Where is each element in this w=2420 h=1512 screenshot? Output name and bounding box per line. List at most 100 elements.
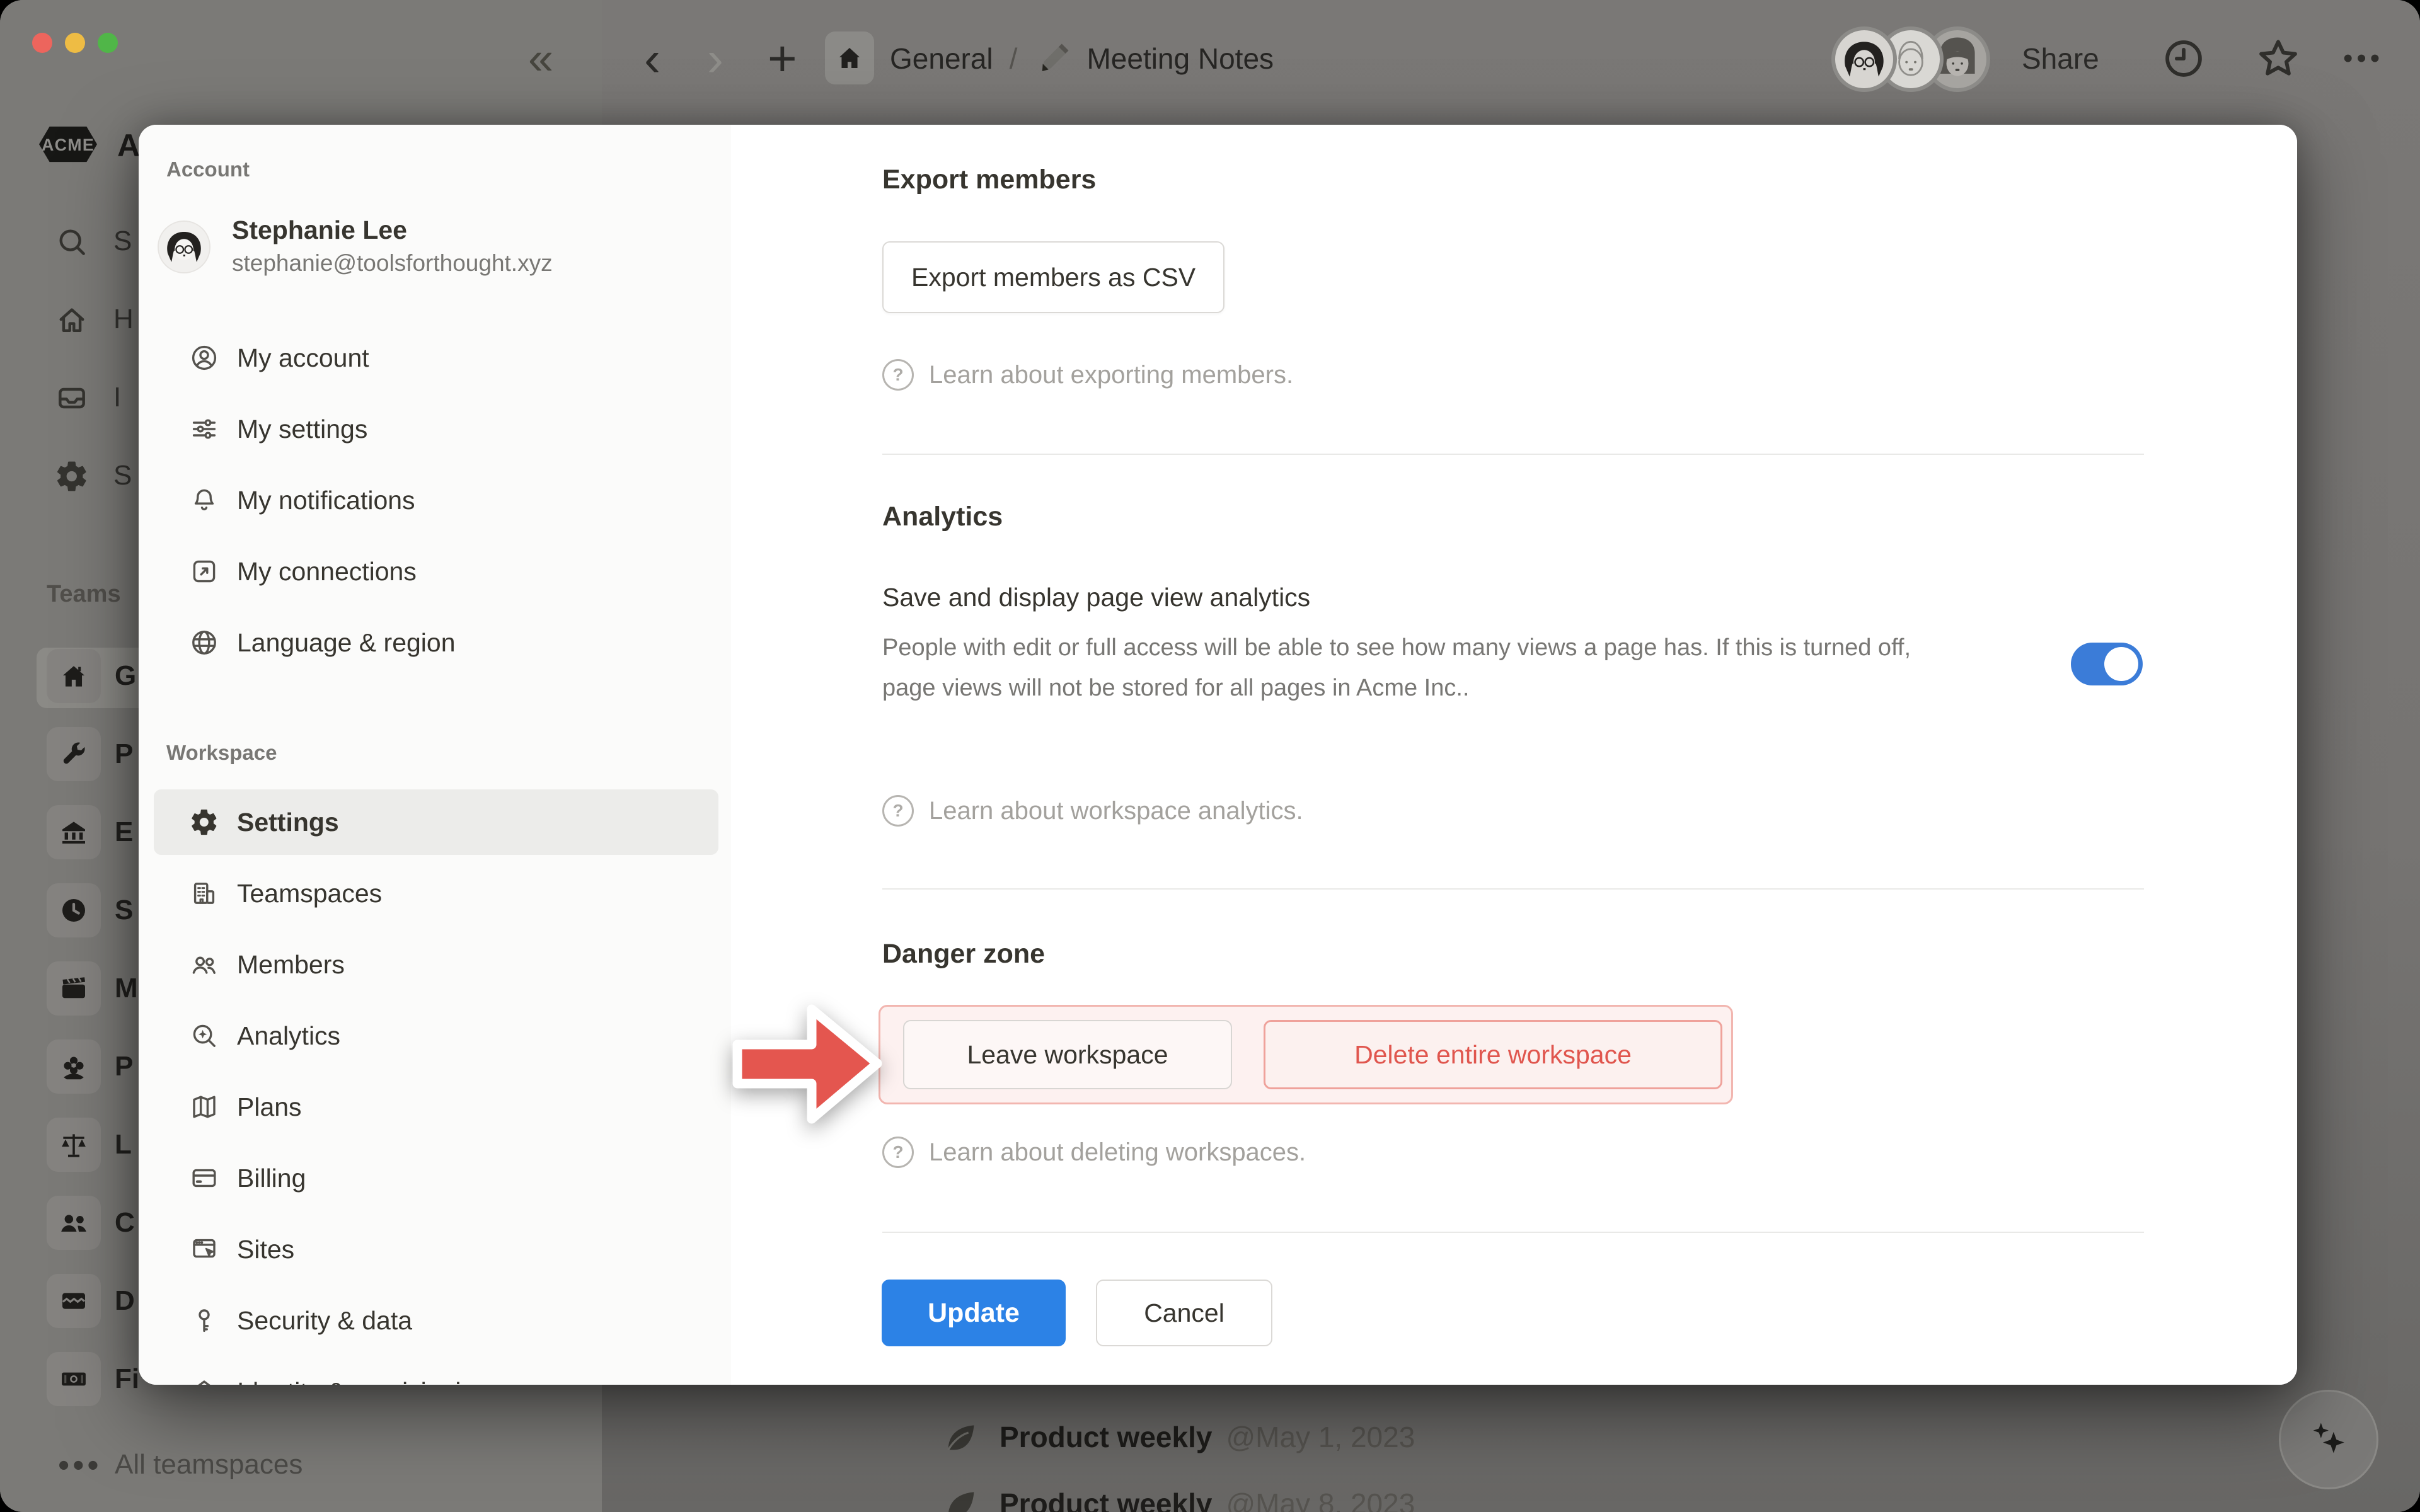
sidebar-teamspace-7[interactable]: L: [115, 1129, 132, 1160]
nav-item-teamspaces[interactable]: Teamspaces: [154, 861, 718, 926]
teamspace-9-tile[interactable]: [47, 1274, 101, 1328]
nav-item-my-settings[interactable]: My settings: [154, 396, 718, 462]
sidebar-teamspace-3[interactable]: E: [115, 816, 133, 848]
breadcrumb-root-link[interactable]: General: [890, 42, 993, 76]
teamspace-10-tile[interactable]: [47, 1352, 101, 1406]
sidebar-search-icon[interactable]: [54, 224, 89, 260]
teamspace-general-tile[interactable]: [47, 649, 101, 703]
learn-workspace-analytics-link[interactable]: ? Learn about workspace analytics.: [882, 795, 1303, 827]
analytics-toggle[interactable]: [2071, 643, 2143, 685]
svg-text:ACME: ACME: [42, 135, 95, 154]
teamspace-3-tile[interactable]: [47, 805, 101, 859]
workspace-section-label: Workspace: [166, 741, 277, 765]
sidebar-item-settings[interactable]: S: [113, 460, 132, 491]
sidebar-home-icon[interactable]: [54, 302, 89, 338]
settings-modal: Account Stephanie Lee stephanie@toolsfor…: [139, 125, 2297, 1385]
analytics-setting-title: Save and display page view analytics: [882, 583, 1310, 612]
page-row-1[interactable]: Product weekly @May 1, 2023: [939, 1415, 1415, 1459]
learn-exporting-members-link[interactable]: ? Learn about exporting members.: [882, 359, 1293, 391]
workspace-name[interactable]: A: [117, 127, 140, 164]
sidebar-teamspace-4[interactable]: S: [115, 895, 133, 926]
workspace-logo[interactable]: ACME: [39, 126, 97, 166]
sidebar-teamspace-9[interactable]: D: [115, 1285, 135, 1317]
sidebar-inbox-icon[interactable]: [54, 381, 89, 416]
user-avatar: [159, 222, 209, 272]
new-page-button[interactable]: +: [768, 0, 797, 117]
members-icon: [189, 949, 219, 980]
clapperboard-icon: [57, 971, 91, 1005]
back-icon: ‹: [644, 34, 660, 83]
sliders-icon: [189, 414, 219, 444]
sidebar-teamspace-8[interactable]: C: [115, 1207, 135, 1239]
page-row-2[interactable]: Product weekly @May 8, 2023: [939, 1482, 1415, 1512]
credit-card-icon: [189, 1163, 219, 1193]
nav-item-my-connections[interactable]: My connections: [154, 539, 718, 604]
settings-nav-panel: Account Stephanie Lee stephanie@toolsfor…: [139, 125, 731, 1385]
page-row-2-date: @May 8, 2023: [1226, 1487, 1415, 1512]
nav-item-settings[interactable]: Settings: [154, 789, 718, 855]
sidebar-item-inbox[interactable]: I: [113, 382, 121, 413]
sidebar-teamspace-10[interactable]: Fi: [115, 1363, 139, 1395]
breadcrumb-home-button[interactable]: [825, 32, 874, 84]
plus-icon: +: [768, 33, 797, 84]
nav-item-billing[interactable]: Billing: [154, 1145, 718, 1211]
sparkles-icon: [2302, 1412, 2356, 1467]
favorite-button[interactable]: [2254, 0, 2303, 117]
updates-history-button[interactable]: [2160, 0, 2207, 117]
annotation-arrow: [731, 1000, 885, 1129]
sidebar-item-all-teamspaces[interactable]: All teamspaces: [115, 1449, 302, 1480]
export-members-heading: Export members: [882, 164, 1096, 195]
window-zoom-button[interactable]: [98, 33, 118, 53]
settings-user-row[interactable]: Stephanie Lee stephanie@toolsforthought.…: [159, 214, 553, 280]
breadcrumb-page-link[interactable]: Meeting Notes: [1086, 42, 1274, 76]
delete-workspace-button[interactable]: Delete entire workspace: [1264, 1020, 1722, 1089]
sidebar-teamspace-2[interactable]: P: [115, 738, 133, 770]
nav-item-identity-provisioning[interactable]: Identity & provisioning: [154, 1359, 718, 1385]
nav-forward-button[interactable]: ›: [707, 0, 723, 117]
sidebar-item-search[interactable]: S: [113, 226, 132, 257]
update-button[interactable]: Update: [882, 1280, 1066, 1346]
nav-back-button[interactable]: ‹: [644, 0, 660, 117]
sidebar-teamspace-6[interactable]: P: [115, 1051, 133, 1082]
teamspace-8-tile[interactable]: [47, 1196, 101, 1250]
teamspace-2-tile[interactable]: [47, 727, 101, 781]
account-section-label: Account: [166, 158, 250, 181]
more-options-button[interactable]: •••: [2343, 0, 2383, 117]
nav-item-my-account[interactable]: My account: [154, 325, 718, 391]
sidebar-settings-icon[interactable]: [54, 459, 89, 494]
analytics-setting-description: People with edit or full access will be …: [882, 627, 1954, 708]
nav-item-analytics[interactable]: Analytics: [154, 1003, 718, 1068]
analytics-heading: Analytics: [882, 501, 1003, 532]
teamspaces-section-header: Teams: [47, 581, 121, 608]
nav-item-sites[interactable]: Sites: [154, 1217, 718, 1282]
wrench-icon: [57, 737, 91, 771]
sidebar-item-home[interactable]: H: [113, 304, 134, 335]
ai-assistant-button[interactable]: [2279, 1390, 2378, 1489]
bank-building-icon: [57, 815, 91, 849]
window-minimize-button[interactable]: [65, 33, 85, 53]
share-button[interactable]: Share: [2022, 0, 2099, 117]
leave-workspace-button[interactable]: Leave workspace: [903, 1020, 1232, 1089]
window-close-button[interactable]: [32, 33, 52, 53]
teamspace-5-tile[interactable]: [47, 961, 101, 1016]
building-icon: [189, 878, 219, 908]
export-members-csv-button[interactable]: Export members as CSV: [882, 241, 1224, 313]
share-label: Share: [2022, 42, 2099, 76]
teamspace-6-tile[interactable]: [47, 1040, 101, 1094]
learn-deleting-workspaces-link[interactable]: ? Learn about deleting workspaces.: [882, 1137, 1306, 1168]
teamspace-4-tile[interactable]: [47, 883, 101, 937]
divider: [882, 454, 2144, 455]
sidebar-teamspace-general[interactable]: G: [115, 660, 136, 692]
leaf-icon: [939, 1415, 983, 1459]
cancel-button[interactable]: Cancel: [1096, 1280, 1272, 1346]
nav-item-my-notifications[interactable]: My notifications: [154, 467, 718, 533]
sidebar-collapse-button[interactable]: «: [528, 0, 553, 117]
nav-item-language-region[interactable]: Language & region: [154, 610, 718, 675]
teamspace-7-tile[interactable]: [47, 1118, 101, 1172]
key-icon: [189, 1305, 219, 1336]
collaborator-avatar-1[interactable]: [1835, 30, 1893, 88]
nav-item-members[interactable]: Members: [154, 932, 718, 997]
nav-item-security-data[interactable]: Security & data: [154, 1288, 718, 1353]
nav-item-plans[interactable]: Plans: [154, 1074, 718, 1140]
sidebar-teamspace-5[interactable]: M: [115, 973, 138, 1004]
